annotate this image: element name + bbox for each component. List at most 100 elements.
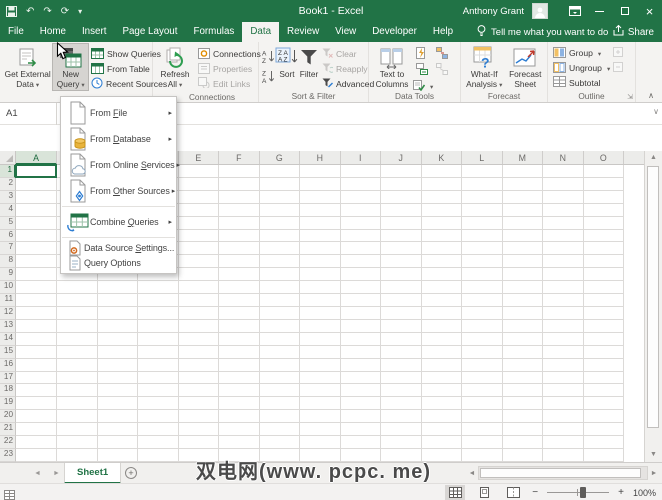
cell-J9[interactable] (381, 268, 422, 282)
normal-view-button[interactable] (445, 485, 466, 500)
cell-G7[interactable] (259, 242, 300, 256)
cell-I1[interactable] (340, 165, 381, 178)
cell-C22[interactable] (97, 436, 138, 449)
cell-J13[interactable] (381, 319, 422, 333)
flash-fill-button[interactable] (413, 47, 431, 62)
get-external-data-button[interactable]: Get External Data (2, 44, 53, 90)
cell-H2[interactable] (300, 177, 341, 191)
cell-J22[interactable] (381, 436, 422, 449)
cell-L15[interactable] (462, 345, 503, 359)
cell-K14[interactable] (421, 332, 462, 346)
cell-H12[interactable] (300, 306, 341, 320)
cell-F8[interactable] (219, 255, 260, 269)
cell-G19[interactable] (259, 397, 300, 411)
cell-D17[interactable] (138, 371, 179, 385)
outline-dialog-launcher-icon[interactable]: ⇲ (627, 93, 633, 101)
cell-O12[interactable] (583, 306, 624, 320)
cell-M18[interactable] (502, 384, 543, 398)
cell-L11[interactable] (462, 294, 503, 307)
row-header-15[interactable]: 15 (0, 345, 16, 359)
cell-C23[interactable] (97, 448, 138, 462)
close-button[interactable]: × (637, 0, 662, 22)
cell-J17[interactable] (381, 371, 422, 385)
cell-N13[interactable] (543, 319, 584, 333)
scroll-down-icon[interactable]: ▼ (645, 448, 662, 462)
cell-M17[interactable] (502, 371, 543, 385)
refresh-all-button[interactable]: Refresh All (155, 44, 195, 90)
menu-item-from-other-sources[interactable]: From Other Sources ▸ (61, 178, 176, 204)
cell-N10[interactable] (543, 281, 584, 295)
cell-A12[interactable] (16, 306, 57, 320)
cell-B20[interactable] (57, 410, 98, 424)
cell-H14[interactable] (300, 332, 341, 346)
cell-A15[interactable] (16, 345, 57, 359)
cell-E13[interactable] (178, 319, 219, 333)
cell-A6[interactable] (16, 229, 57, 243)
horizontal-scroll-thumb[interactable] (480, 468, 642, 478)
cell-L4[interactable] (462, 203, 503, 217)
menu-item-from-online-services[interactable]: From Online Services ▸ (61, 152, 180, 178)
cell-O13[interactable] (583, 319, 624, 333)
formula-bar-expand-icon[interactable]: ∨ (653, 107, 659, 116)
cell-N21[interactable] (543, 423, 584, 437)
cell-K1[interactable] (421, 165, 462, 178)
cell-O4[interactable] (583, 203, 624, 217)
cell-A11[interactable] (16, 294, 57, 307)
cell-E5[interactable] (178, 216, 219, 230)
cell-L17[interactable] (462, 371, 503, 385)
cell-N12[interactable] (543, 306, 584, 320)
cell-F18[interactable] (219, 384, 260, 398)
advanced-filter-button[interactable]: Advanced (319, 77, 374, 92)
cell-I3[interactable] (340, 190, 381, 204)
cell-F13[interactable] (219, 319, 260, 333)
cell-L19[interactable] (462, 397, 503, 411)
cell-I17[interactable] (340, 371, 381, 385)
cell-M7[interactable] (502, 242, 543, 256)
row-header-22[interactable]: 22 (0, 436, 16, 449)
ribbon-display-options-icon[interactable] (562, 0, 587, 22)
cell-E16[interactable] (178, 358, 219, 372)
cell-D15[interactable] (138, 345, 179, 359)
cell-C12[interactable] (97, 306, 138, 320)
cell-C11[interactable] (97, 294, 138, 307)
column-header-J[interactable]: J (381, 151, 422, 164)
cell-C19[interactable] (97, 397, 138, 411)
cell-E10[interactable] (178, 281, 219, 295)
cell-H10[interactable] (300, 281, 341, 295)
cell-K6[interactable] (421, 229, 462, 243)
cell-M5[interactable] (502, 216, 543, 230)
cell-I15[interactable] (340, 345, 381, 359)
cell-B10[interactable] (57, 281, 98, 295)
cell-M11[interactable] (502, 294, 543, 307)
cell-A9[interactable] (16, 268, 57, 282)
cell-A18[interactable] (16, 384, 57, 398)
row-header-16[interactable]: 16 (0, 358, 16, 372)
cell-D18[interactable] (138, 384, 179, 398)
cell-H17[interactable] (300, 371, 341, 385)
cell-M15[interactable] (502, 345, 543, 359)
row-header-21[interactable]: 21 (0, 423, 16, 437)
menu-item-query-options[interactable]: Query Options (61, 255, 176, 270)
cell-I22[interactable] (340, 436, 381, 449)
show-queries-button[interactable]: Show Queries (88, 47, 161, 62)
cell-J16[interactable] (381, 358, 422, 372)
cell-I9[interactable] (340, 268, 381, 282)
cell-O11[interactable] (583, 294, 624, 307)
cell-B15[interactable] (57, 345, 98, 359)
cell-A13[interactable] (16, 319, 57, 333)
cell-C16[interactable] (97, 358, 138, 372)
cell-B11[interactable] (57, 294, 98, 307)
column-header-H[interactable]: H (300, 151, 341, 164)
new-sheet-button[interactable]: + (125, 467, 137, 479)
forecast-sheet-button[interactable]: Forecast Sheet (505, 44, 545, 89)
cell-M4[interactable] (502, 203, 543, 217)
cell-F1[interactable] (219, 165, 260, 178)
cell-D10[interactable] (138, 281, 179, 295)
cell-E22[interactable] (178, 436, 219, 449)
cell-K9[interactable] (421, 268, 462, 282)
cell-E17[interactable] (178, 371, 219, 385)
tab-review[interactable]: Review (279, 22, 327, 42)
cell-E15[interactable] (178, 345, 219, 359)
cell-G22[interactable] (259, 436, 300, 449)
sheet-nav-right-icon[interactable]: ► (53, 470, 60, 477)
